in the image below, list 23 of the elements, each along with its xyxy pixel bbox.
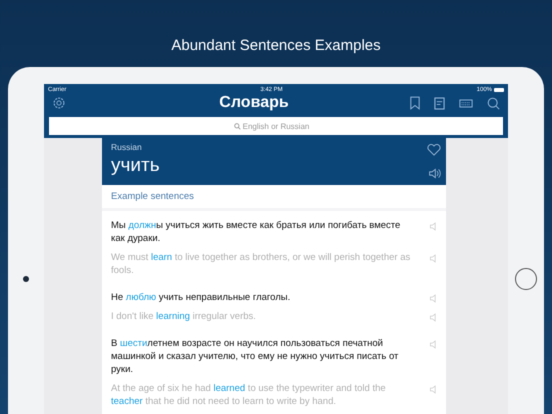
camera-dot — [23, 276, 29, 282]
search-icon[interactable] — [486, 96, 500, 110]
headword: учить — [111, 155, 160, 177]
app-title: Словарь — [219, 94, 289, 112]
heart-icon[interactable] — [427, 143, 441, 156]
speaker-icon[interactable] — [428, 167, 440, 180]
settings-icon[interactable] — [52, 96, 66, 110]
book-icon[interactable] — [434, 96, 445, 110]
russian-sentence: Не люблю учить неправильные глаголы. — [111, 291, 292, 304]
english-translation: We must learn to live together as brothers, or we will perish together as fools. — [111, 251, 412, 277]
english-translation: At the age of six he had learned to use the typewriter and told the teacher that he did not need to learn to write by hand. — [111, 382, 387, 408]
language-label: Russian — [111, 142, 143, 152]
bookmark-icon[interactable] — [410, 96, 420, 110]
russian-sentence: В шестилетнем возрасте он научился пользоваться печатной машинкой и сказал учителю, что ему не нужно учиться писать от руки. — [111, 337, 400, 376]
home-button[interactable] — [515, 268, 537, 290]
section-title: Example sentences — [102, 185, 446, 211]
keyboard-icon[interactable] — [458, 98, 473, 108]
search-icon — [234, 123, 241, 130]
english-translation: I don't like learning irregular verbs. — [111, 310, 257, 323]
headline: Abundant Sentences Examples — [171, 37, 381, 56]
russian-sentence: Мы должны учиться жить вместе как братья или погибать вместе как дураки. — [111, 219, 402, 245]
battery-icon — [494, 88, 504, 92]
search-field[interactable]: English or Russian — [49, 117, 503, 135]
